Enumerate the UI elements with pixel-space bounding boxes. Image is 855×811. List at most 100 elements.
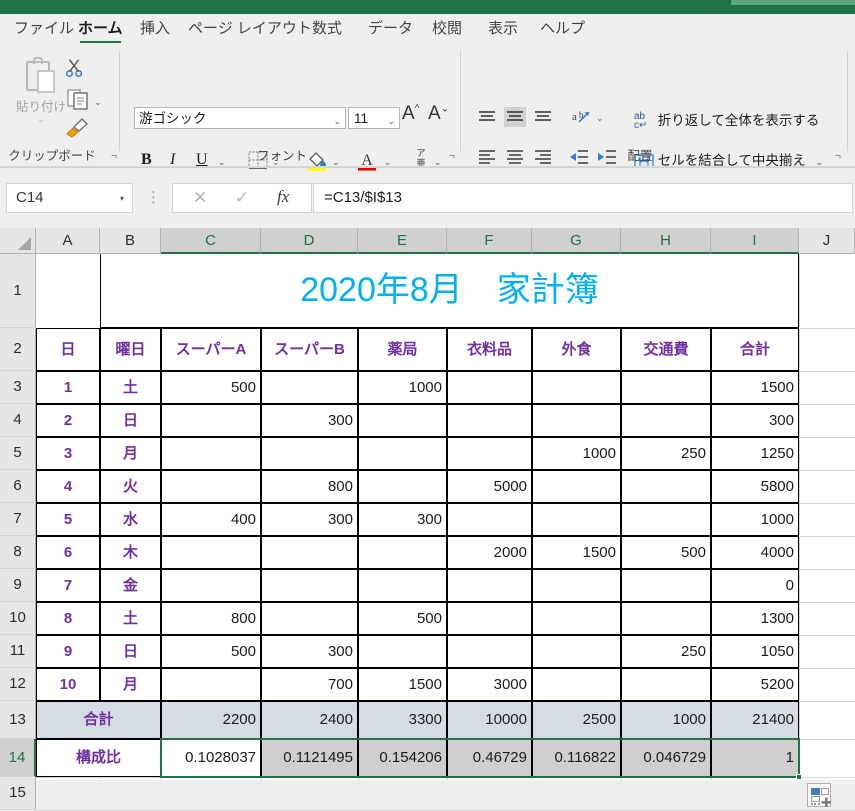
column-header-H[interactable]: H: [621, 228, 711, 254]
cell-D12[interactable]: 700: [261, 668, 358, 701]
ribbon-tab-5[interactable]: データ: [368, 18, 413, 44]
row-header-1[interactable]: 1: [0, 254, 36, 328]
column-header-A[interactable]: A: [36, 228, 100, 254]
cell-F10[interactable]: [447, 602, 532, 635]
fill-handle[interactable]: [796, 774, 802, 780]
cell-I5[interactable]: 1250: [711, 437, 799, 470]
font-name-input[interactable]: 游ゴシック ⌄: [134, 107, 346, 129]
increase-font-size-button[interactable]: A^: [402, 103, 419, 125]
formula-input[interactable]: =C13/$I$13: [313, 183, 853, 213]
cell-C11[interactable]: 500: [161, 635, 261, 668]
cell-F5[interactable]: [447, 437, 532, 470]
header-cell-G2[interactable]: 外食: [532, 328, 621, 371]
ribbon-tab-0[interactable]: ファイル: [14, 18, 74, 44]
scissors-icon[interactable]: [64, 57, 86, 79]
column-header-B[interactable]: B: [100, 228, 161, 254]
cell-I10[interactable]: 1300: [711, 602, 799, 635]
row-header-12[interactable]: 12: [0, 668, 36, 701]
enter-icon[interactable]: ✓: [235, 188, 249, 208]
name-box[interactable]: C14 ▾: [6, 183, 133, 213]
cell-C8[interactable]: [161, 536, 261, 569]
cell-D9[interactable]: [261, 569, 358, 602]
cell-D6[interactable]: 800: [261, 470, 358, 503]
cell-C7[interactable]: 400: [161, 503, 261, 536]
row-header-15[interactable]: 15: [0, 777, 36, 810]
cell-I4[interactable]: 300: [711, 404, 799, 437]
cell-E7[interactable]: 300: [358, 503, 447, 536]
row-header-3[interactable]: 3: [0, 371, 36, 404]
row-header-9[interactable]: 9: [0, 569, 36, 602]
column-header-E[interactable]: E: [358, 228, 447, 254]
cell-A9[interactable]: 7: [36, 569, 100, 602]
cell-B11[interactable]: 日: [100, 635, 161, 668]
column-header-I[interactable]: I: [711, 228, 799, 254]
header-cell-H2[interactable]: 交通費: [621, 328, 711, 371]
formula-bar-grip[interactable]: ⋮: [146, 189, 161, 207]
copy-icon[interactable]: [66, 87, 90, 111]
cell-E14[interactable]: 0.154206: [358, 739, 447, 777]
cell-F14[interactable]: 0.46729: [447, 739, 532, 777]
paste-button[interactable]: 貼り付け ⌄: [12, 51, 70, 147]
cell-A12[interactable]: 10: [36, 668, 100, 701]
row-header-10[interactable]: 10: [0, 602, 36, 635]
cell-D14[interactable]: 0.1121495: [261, 739, 358, 777]
cancel-icon[interactable]: ✕: [193, 188, 207, 208]
ribbon-tab-3[interactable]: ページ レイアウト: [188, 18, 312, 44]
decrease-font-size-button[interactable]: A⌄: [428, 103, 449, 125]
cell-A8[interactable]: 6: [36, 536, 100, 569]
cell-D8[interactable]: [261, 536, 358, 569]
row-header-2[interactable]: 2: [0, 328, 36, 371]
cell-B9[interactable]: 金: [100, 569, 161, 602]
cell-B10[interactable]: 土: [100, 602, 161, 635]
ribbon-tab-4[interactable]: 数式: [312, 18, 342, 44]
cell-C12[interactable]: [161, 668, 261, 701]
cell-G11[interactable]: [532, 635, 621, 668]
ribbon-tab-2[interactable]: 挿入: [140, 18, 170, 44]
cell-A3[interactable]: 1: [36, 371, 100, 404]
cell-G13[interactable]: 2500: [532, 701, 621, 739]
row-header-14[interactable]: 14: [0, 739, 36, 777]
cell-H13[interactable]: 1000: [621, 701, 711, 739]
cell-D7[interactable]: 300: [261, 503, 358, 536]
cell-I13[interactable]: 21400: [711, 701, 799, 739]
align-right-button[interactable]: [532, 147, 554, 167]
cell-G3[interactable]: [532, 371, 621, 404]
cell-H5[interactable]: 250: [621, 437, 711, 470]
cell-C6[interactable]: [161, 470, 261, 503]
cell-F12[interactable]: 3000: [447, 668, 532, 701]
cell-I8[interactable]: 4000: [711, 536, 799, 569]
cell-C5[interactable]: [161, 437, 261, 470]
cell-D4[interactable]: 300: [261, 404, 358, 437]
cell-I14[interactable]: 1: [711, 739, 799, 777]
cell-B12[interactable]: 月: [100, 668, 161, 701]
row-header-7[interactable]: 7: [0, 503, 36, 536]
cell-H3[interactable]: [621, 371, 711, 404]
column-header-J[interactable]: J: [799, 228, 855, 254]
row-header-11[interactable]: 11: [0, 635, 36, 668]
cell-B8[interactable]: 木: [100, 536, 161, 569]
cell-D13[interactable]: 2400: [261, 701, 358, 739]
cell-H4[interactable]: [621, 404, 711, 437]
dialog-launcher-0[interactable]: ⌐: [108, 151, 120, 163]
header-cell-D2[interactable]: スーパーB: [261, 328, 358, 371]
select-all-button[interactable]: [0, 228, 36, 254]
cell-E9[interactable]: [358, 569, 447, 602]
row-header-5[interactable]: 5: [0, 437, 36, 470]
cell-D5[interactable]: [261, 437, 358, 470]
title-cell[interactable]: 2020年8月 家計簿: [100, 254, 799, 328]
align-left-button[interactable]: [476, 147, 498, 167]
cell-E12[interactable]: 1500: [358, 668, 447, 701]
cell-E4[interactable]: [358, 404, 447, 437]
cell-A7[interactable]: 5: [36, 503, 100, 536]
column-header-G[interactable]: G: [532, 228, 621, 254]
row-header-4[interactable]: 4: [0, 404, 36, 437]
cell-H9[interactable]: [621, 569, 711, 602]
dialog-launcher-1[interactable]: ⌐: [446, 151, 458, 163]
wrap-text-button[interactable]: ab c↵ 折り返して全体を表示する: [634, 109, 819, 130]
cell-F3[interactable]: [447, 371, 532, 404]
cell-C13[interactable]: 2200: [161, 701, 261, 739]
align-bottom-button[interactable]: [532, 107, 554, 127]
cell-G6[interactable]: [532, 470, 621, 503]
header-cell-A2[interactable]: 日: [36, 328, 100, 371]
format-painter-icon[interactable]: [64, 115, 90, 139]
